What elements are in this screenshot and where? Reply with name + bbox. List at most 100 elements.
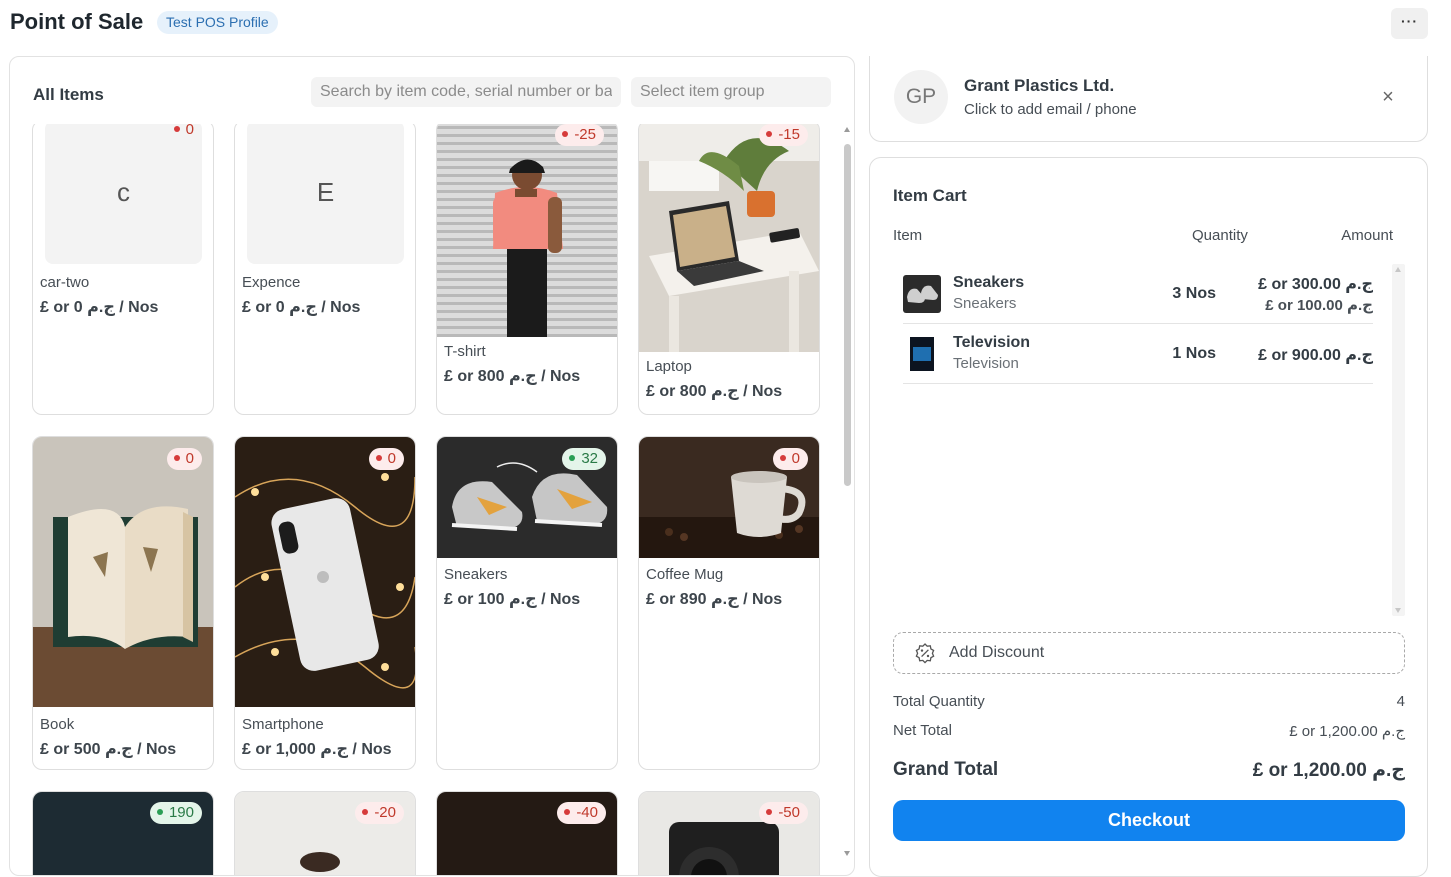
stock-value: 0	[185, 124, 194, 138]
scroll-up-icon[interactable]	[844, 127, 850, 132]
scroll-thumb[interactable]	[844, 144, 851, 486]
book-photo	[33, 437, 213, 707]
stock-badge: -25	[555, 124, 604, 146]
television-thumbnail	[903, 335, 941, 373]
stock-badge: 32	[562, 448, 606, 470]
sneakers-thumbnail	[903, 275, 941, 313]
net-total-label: Net Total	[893, 722, 952, 739]
stock-badge: -50	[759, 802, 808, 824]
item-name: Book	[40, 716, 75, 733]
stock-value: -40	[576, 804, 598, 821]
add-discount-button[interactable]: Add Discount	[893, 632, 1405, 674]
total-quantity-label: Total Quantity	[893, 693, 985, 710]
item-card[interactable]: 0 Book £ or 500 ج.م / Nos	[32, 436, 214, 770]
item-price: £ or 800 ج.م / Nos	[444, 368, 581, 385]
item-card[interactable]: E Expence £ or 0 ج.م / Nos	[234, 124, 416, 415]
stock-dot-icon	[173, 455, 180, 461]
cart-row[interactable]: Television Television 1 Nos £ or 900.00 …	[903, 324, 1373, 384]
item-card[interactable]: 0 Smartphone £ or 1,000 ج.م / Nos	[234, 436, 416, 770]
stock-dot-icon	[569, 455, 576, 461]
item-image-placeholder: c	[45, 124, 202, 264]
page-title: Point of Sale	[10, 9, 144, 34]
total-quantity-value: 4	[1396, 693, 1405, 710]
item-card[interactable]: -40	[436, 791, 618, 875]
cart-item-qty: 1 Nos	[1172, 345, 1216, 362]
column-header-amount: Amount	[1341, 227, 1393, 244]
tshirt-photo	[437, 124, 617, 337]
item-cart: Item Cart Item Quantity Amount Sneakers …	[869, 157, 1428, 877]
item-price: £ or 0 ج.م / Nos	[242, 299, 361, 316]
stock-value: 32	[581, 450, 598, 467]
cart-item-code: Sneakers	[953, 295, 1017, 312]
cart-row[interactable]: Sneakers Sneakers 3 Nos £ or 300.00 ج.م …	[903, 264, 1373, 324]
stock-dot-icon	[156, 809, 163, 815]
stock-value: -50	[778, 804, 800, 821]
stock-value: 0	[185, 450, 194, 467]
customer-name: Grant Plastics Ltd.	[964, 76, 1115, 95]
cart-item-amount: £ or 900.00 ج.م	[1258, 347, 1373, 364]
grand-total-label: Grand Total	[893, 759, 999, 780]
stock-badge: 190	[149, 802, 202, 824]
stock-badge: 0	[772, 448, 808, 470]
scroll-down-icon[interactable]	[844, 851, 850, 856]
grand-total-value: £ or 1,200.00 ج.م	[1252, 760, 1405, 781]
stock-badge: -40	[557, 802, 606, 824]
item-price: £ or 100 ج.م / Nos	[444, 591, 581, 608]
item-card[interactable]: c 0 car-two £ or 0 ج.م / Nos	[32, 124, 214, 415]
cart-item-name: Television	[953, 334, 1031, 351]
stock-dot-icon	[375, 455, 382, 461]
discount-icon	[913, 642, 937, 666]
stock-value: 0	[791, 450, 800, 467]
items-title: All Items	[33, 85, 104, 104]
stock-dot-icon	[362, 809, 369, 815]
cart-items-list: Sneakers Sneakers 3 Nos £ or 300.00 ج.م …	[893, 264, 1405, 616]
customer-avatar: GP	[894, 70, 948, 124]
add-discount-label: Add Discount	[949, 644, 1045, 661]
stock-badge: 0	[167, 124, 202, 141]
stock-badge: 0	[368, 448, 404, 470]
pos-profile-badge[interactable]: Test POS Profile	[157, 11, 278, 34]
stock-value: 190	[168, 804, 194, 821]
item-price: £ or 1,000 ج.م / Nos	[242, 741, 392, 758]
more-options-button[interactable]: ···	[1391, 8, 1428, 39]
item-name: Sneakers	[444, 566, 508, 583]
scroll-up-icon[interactable]	[1395, 267, 1401, 272]
item-image-placeholder: E	[247, 124, 404, 264]
stock-value: -25	[574, 126, 596, 143]
cart-scrollbar[interactable]	[1392, 264, 1405, 616]
stock-value: -20	[374, 804, 396, 821]
stock-badge: -15	[759, 124, 808, 146]
item-group-select[interactable]	[631, 77, 831, 107]
items-scrollbar[interactable]	[841, 124, 853, 859]
column-header-item: Item	[893, 227, 923, 244]
item-card[interactable]: -15 Laptop £ or 800 ج.م / Nos	[638, 124, 820, 415]
stock-dot-icon	[766, 131, 773, 137]
checkout-button[interactable]: Checkout	[893, 800, 1405, 841]
stock-dot-icon	[766, 809, 773, 815]
item-card[interactable]: 0 Coffee Mug £ or 890 ج.م / Nos	[638, 436, 820, 770]
stock-badge: -20	[355, 802, 404, 824]
item-card[interactable]: -50	[638, 791, 820, 875]
item-card[interactable]: 190	[32, 791, 214, 875]
cart-title: Item Cart	[893, 186, 967, 205]
stock-value: 0	[387, 450, 396, 467]
item-name: T-shirt	[444, 343, 486, 360]
stock-dot-icon	[562, 131, 569, 137]
item-price: £ or 500 ج.م / Nos	[40, 741, 177, 758]
item-price: £ or 890 ج.م / Nos	[646, 591, 783, 608]
item-card[interactable]: -25 T-shirt £ or 800 ج.م / Nos	[436, 124, 618, 415]
close-icon[interactable]: ×	[1376, 85, 1400, 109]
column-header-quantity: Quantity	[1192, 227, 1248, 244]
customer-section[interactable]: GP Grant Plastics Ltd. Click to add emai…	[869, 56, 1428, 142]
item-card[interactable]: -20	[234, 791, 416, 875]
item-card[interactable]: 32 Sneakers £ or 100 ج.م / Nos	[436, 436, 618, 770]
items-panel: All Items c 0 car-two £ or 0 ج.م / Nos E…	[9, 56, 855, 876]
item-name: Coffee Mug	[646, 566, 724, 583]
item-search-input[interactable]	[311, 77, 621, 107]
customer-contact-hint[interactable]: Click to add email / phone	[964, 101, 1137, 118]
scroll-down-icon[interactable]	[1395, 608, 1401, 613]
stock-value: -15	[778, 126, 800, 143]
item-name: Smartphone	[242, 716, 324, 733]
net-total-value: £ or 1,200.00 ج.م	[1289, 723, 1405, 740]
cart-item-amount: £ or 300.00 ج.م	[1258, 276, 1373, 293]
